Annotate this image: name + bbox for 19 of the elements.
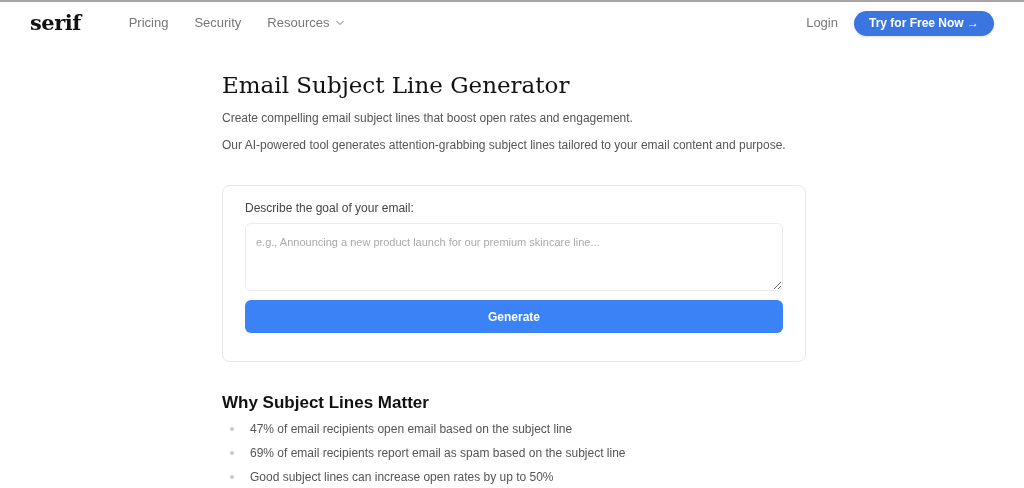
bullet-icon [230, 427, 234, 431]
description-text: Create compelling email subject lines that boost open rates and engagement. [222, 110, 634, 126]
generate-button[interactable]: Generate [245, 300, 783, 333]
try-free-button[interactable]: Try for Free Now → [853, 10, 994, 36]
list-item-text: 69% of email recipients report email as spam based on the subject line [250, 446, 626, 460]
section-heading: Why Subject Lines Matter [222, 392, 430, 414]
list-item-text: Good subject lines can increase open rates by up to 50% [250, 470, 554, 484]
email-goal-field[interactable]: e.g., Announcing a new product launch for our premium skincare line... [245, 223, 783, 291]
bullet-icon [230, 475, 234, 479]
bullet-icon [230, 451, 234, 455]
page-title: Email Subject Line Generator [222, 71, 571, 100]
nav-link[interactable]: Security [194, 13, 242, 33]
logo[interactable]: serif [30, 7, 81, 39]
field-label: Describe the goal of your email: [245, 200, 415, 217]
nav-link[interactable]: Resources [267, 13, 346, 33]
login-link[interactable]: Login [806, 13, 838, 33]
list-item-text: 47% of email recipients open email based on the subject line [250, 422, 573, 436]
nav-link[interactable]: Pricing [128, 13, 169, 33]
description-text: Our AI-powered tool generates attention-grabbing subject lines tailored to your email content and purpose. [222, 137, 787, 153]
